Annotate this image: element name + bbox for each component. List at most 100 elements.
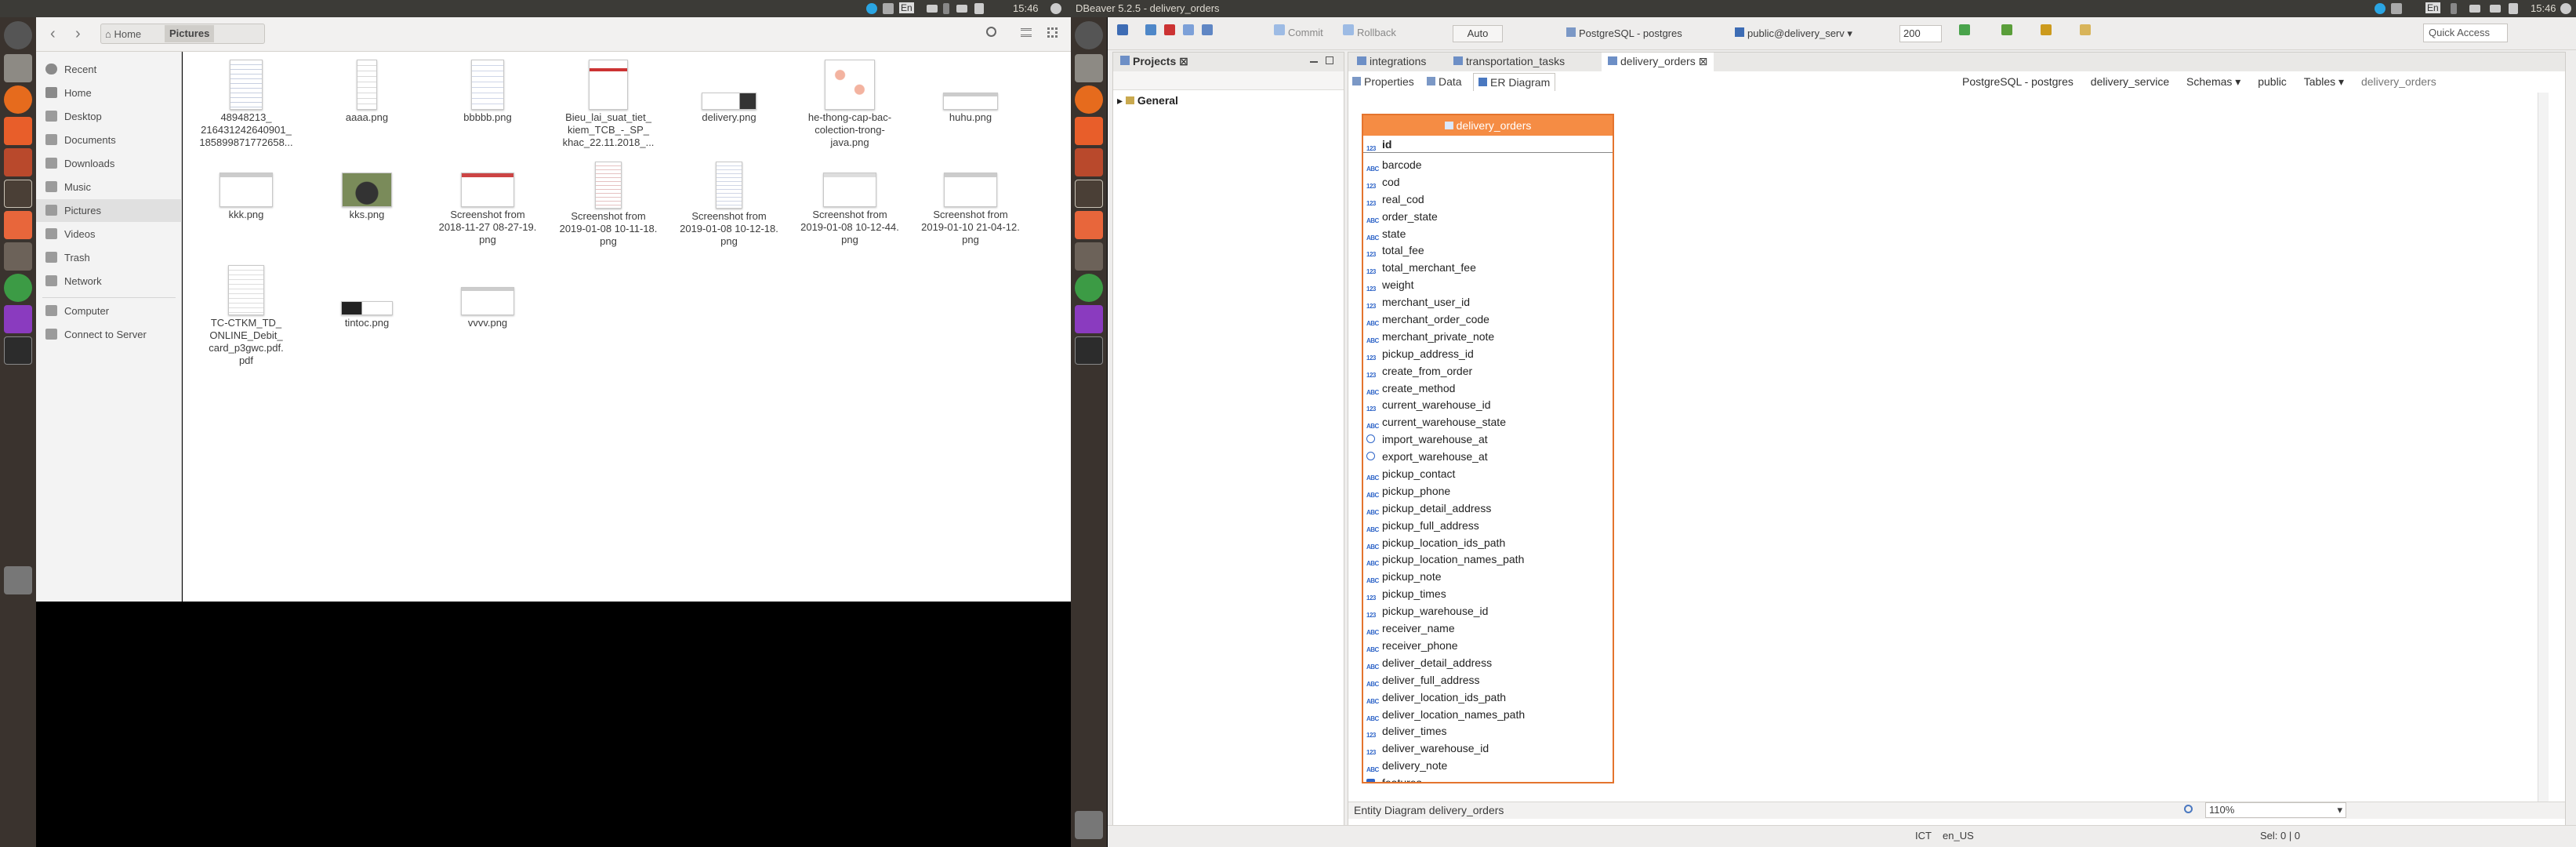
rollback-icon[interactable] bbox=[1343, 24, 1354, 35]
files-icon[interactable] bbox=[1075, 54, 1103, 82]
terminal-icon[interactable] bbox=[4, 336, 32, 365]
entity-column-row[interactable]: ABC delivery_note bbox=[1363, 757, 1613, 774]
file-item[interactable]: delivery.png bbox=[670, 60, 788, 124]
skype-icon[interactable] bbox=[2375, 3, 2386, 14]
entity-column-row[interactable]: 123 pickup_warehouse_id bbox=[1363, 602, 1613, 620]
dash-icon[interactable] bbox=[1075, 21, 1103, 49]
entity-column-row[interactable]: ABC state bbox=[1363, 225, 1613, 242]
entity-column-row[interactable]: ABC order_state bbox=[1363, 208, 1613, 225]
entity-column-row[interactable]: ABC pickup_full_address bbox=[1363, 517, 1613, 534]
file-item[interactable]: 48948213_ 216431242640901_ 1858998717726… bbox=[187, 60, 305, 149]
entity-column-row[interactable]: ABC deliver_full_address bbox=[1363, 671, 1613, 689]
tab-projects[interactable]: Projects ⊠ bbox=[1120, 55, 1188, 68]
file-item[interactable]: kkk.png bbox=[187, 173, 305, 221]
editor-tab-integrations[interactable]: integrations bbox=[1357, 55, 1426, 67]
sidebar-item-home[interactable]: Home bbox=[36, 82, 182, 104]
breadcrumb-current[interactable]: Pictures bbox=[165, 25, 215, 42]
entity-column-row[interactable]: 123 deliver_warehouse_id bbox=[1363, 740, 1613, 757]
commit-button[interactable]: Commit bbox=[1288, 27, 1323, 38]
new-connection-icon[interactable] bbox=[1117, 24, 1128, 35]
sidebar-item-trash[interactable]: Trash bbox=[36, 246, 182, 269]
bluetooth-icon[interactable] bbox=[943, 3, 949, 14]
minimize-icon[interactable] bbox=[1310, 61, 1318, 63]
clock-right[interactable]: 15:46 bbox=[2531, 2, 2556, 14]
breadcrumb-home[interactable]: ⌂ Home bbox=[105, 28, 141, 40]
breadcrumb-table[interactable]: delivery_orders bbox=[2361, 75, 2436, 88]
entity-column-row[interactable]: export_warehouse_at bbox=[1363, 448, 1613, 465]
entity-column-row[interactable]: ABC deliver_location_names_path bbox=[1363, 706, 1613, 723]
debug-icon[interactable] bbox=[2041, 24, 2052, 35]
file-item[interactable]: Bieu_lai_suat_tiet_ kiem_TCB_-_SP_ khac_… bbox=[550, 60, 667, 149]
files-icon[interactable] bbox=[4, 54, 32, 82]
sidebar-item-downloads[interactable]: Downloads bbox=[36, 152, 182, 175]
breadcrumb-schema[interactable]: public bbox=[2258, 75, 2287, 88]
file-item[interactable]: vvvv.png bbox=[429, 287, 546, 329]
entity-column-row[interactable]: ABC pickup_location_ids_path bbox=[1363, 534, 1613, 551]
entity-column-row[interactable]: 123 real_cod bbox=[1363, 191, 1613, 208]
entity-column-row[interactable]: ABC barcode bbox=[1363, 156, 1613, 173]
entity-column-row[interactable]: 123 total_fee bbox=[1363, 242, 1613, 259]
file-item[interactable]: TC-CTKM_TD_ ONLINE_Debit_ card_p3gwc.pdf… bbox=[187, 265, 305, 367]
entity-column-row[interactable]: 123 deliver_times bbox=[1363, 722, 1613, 740]
entity-column-row[interactable]: 123 merchant_user_id bbox=[1363, 293, 1613, 311]
sidebar-item-pictures[interactable]: Pictures bbox=[36, 199, 182, 222]
sidebar-item-documents[interactable]: Documents bbox=[36, 129, 182, 151]
dash-icon[interactable] bbox=[4, 21, 32, 49]
entity-column-row[interactable]: 123 cod bbox=[1363, 173, 1613, 191]
maximize-icon[interactable] bbox=[1326, 56, 1333, 64]
result-limit-input[interactable]: 200 bbox=[1899, 25, 1942, 42]
entity-column-row[interactable]: 123 pickup_times bbox=[1363, 585, 1613, 602]
sidebar-item-videos[interactable]: Videos bbox=[36, 223, 182, 245]
software-icon[interactable] bbox=[1075, 117, 1103, 145]
entity-column-row[interactable]: ABC merchant_private_note bbox=[1363, 328, 1613, 345]
file-item[interactable]: Screenshot from 2019-01-08 10-12-18. png bbox=[670, 162, 788, 248]
chrome-icon[interactable] bbox=[4, 274, 32, 302]
battery-icon[interactable] bbox=[2469, 5, 2480, 13]
editor-tab-transportation-tasks[interactable]: transportation_tasks bbox=[1453, 55, 1565, 67]
entity-column-row[interactable]: ABC create_method bbox=[1363, 380, 1613, 397]
entity-column-row[interactable]: ABC deliver_detail_address bbox=[1363, 654, 1613, 671]
postman-icon[interactable] bbox=[4, 211, 32, 239]
entity-column-row[interactable]: ABC pickup_contact bbox=[1363, 465, 1613, 482]
gear-icon[interactable] bbox=[1050, 3, 1061, 14]
dbeaver-icon[interactable] bbox=[1075, 180, 1103, 208]
diagram-vertical-scrollbar[interactable] bbox=[2538, 93, 2549, 817]
entity-column-row[interactable]: ABC current_warehouse_state bbox=[1363, 413, 1613, 431]
schema-select[interactable]: public@delivery_serv ▾ bbox=[1735, 25, 1852, 42]
file-item[interactable]: aaaa.png bbox=[308, 60, 426, 124]
mail-icon[interactable] bbox=[2490, 5, 2501, 13]
sql-editor-icon[interactable] bbox=[1202, 24, 1213, 35]
firefox-icon[interactable] bbox=[4, 85, 32, 114]
refresh-icon[interactable] bbox=[1959, 24, 1970, 35]
network-arrows-icon[interactable] bbox=[883, 3, 894, 14]
search-icon[interactable] bbox=[2184, 805, 2193, 813]
chrome-icon[interactable] bbox=[1075, 274, 1103, 302]
breadcrumb-database[interactable]: delivery_service bbox=[2091, 75, 2169, 88]
grid-view-icon[interactable] bbox=[1047, 27, 1058, 38]
breadcrumb-tables[interactable]: Tables bbox=[2304, 75, 2335, 88]
list-view-icon[interactable] bbox=[1021, 28, 1032, 37]
terminal-icon[interactable] bbox=[1075, 336, 1103, 365]
editor-tab-delivery-orders[interactable]: delivery_orders ⊠ bbox=[1602, 53, 1714, 71]
bluetooth-icon[interactable] bbox=[2451, 3, 2457, 14]
keyboard-indicator[interactable]: En bbox=[899, 2, 914, 13]
er-entity-delivery-orders[interactable]: delivery_orders 123 id ABC barcode 123 cod 12… bbox=[1362, 114, 1614, 783]
invalidate-icon[interactable] bbox=[1183, 24, 1194, 35]
entity-pk-row[interactable]: 123 id bbox=[1363, 136, 1613, 153]
entity-column-row[interactable]: 123 create_from_order bbox=[1363, 362, 1613, 380]
back-icon[interactable] bbox=[2080, 24, 2091, 35]
network-arrows-icon[interactable] bbox=[2391, 3, 2402, 14]
entity-column-row[interactable]: 123 current_warehouse_id bbox=[1363, 396, 1613, 413]
entity-column-row[interactable]: ABC pickup_location_names_path bbox=[1363, 551, 1613, 568]
subtab-data[interactable]: Data bbox=[1427, 75, 1462, 88]
sidebar-item-recent[interactable]: Recent bbox=[36, 58, 182, 81]
file-item[interactable]: Screenshot from 2019-01-10 21-04-12. png bbox=[912, 173, 1029, 246]
entity-column-row[interactable]: 123 total_merchant_fee bbox=[1363, 259, 1613, 276]
tools-icon[interactable] bbox=[2001, 24, 2012, 35]
settings-icon[interactable] bbox=[4, 148, 32, 176]
transaction-mode-select[interactable]: Auto bbox=[1453, 25, 1503, 42]
gear-icon[interactable] bbox=[2560, 3, 2571, 14]
entity-column-row[interactable]: 123 pickup_address_id bbox=[1363, 345, 1613, 362]
sublime-icon[interactable] bbox=[1075, 242, 1103, 271]
entity-column-row[interactable]: ABC receiver_name bbox=[1363, 620, 1613, 637]
